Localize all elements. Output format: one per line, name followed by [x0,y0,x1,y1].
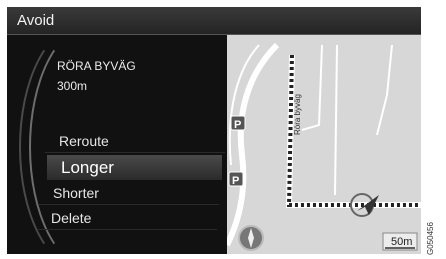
road-name: RÖRA BYVÄG [57,59,136,73]
map-main-road [227,42,280,247]
parking-label: P [234,119,241,131]
parking-label: P [232,175,239,187]
page-title: Avoid [17,12,55,29]
nav-screen: Avoid RÖRA BYVÄG 300m Reroute Longer Sho… [7,7,421,254]
route-line-base [285,54,421,208]
scale-label: 50m [391,236,412,248]
menu-item-delete[interactable]: Delete [37,207,217,230]
map-street [334,44,338,196]
street-label: Röra byväg [293,94,302,135]
map-street [301,44,323,131]
map-view[interactable]: P P Röra byväg 50m [227,35,421,254]
menu-item-shorter[interactable]: Shorter [39,182,219,205]
route-line-dash [286,54,421,207]
menu-item-longer[interactable]: Longer [47,155,222,180]
figure-reference: G050456 [426,222,435,255]
map-street [376,44,393,136]
road-distance: 300m [57,79,88,93]
map-canvas: P P Röra byväg 50m [227,42,421,251]
menu-panel: RÖRA BYVÄG 300m Reroute Longer Shorter D… [7,25,227,254]
menu-item-reroute[interactable]: Reroute [45,130,225,153]
